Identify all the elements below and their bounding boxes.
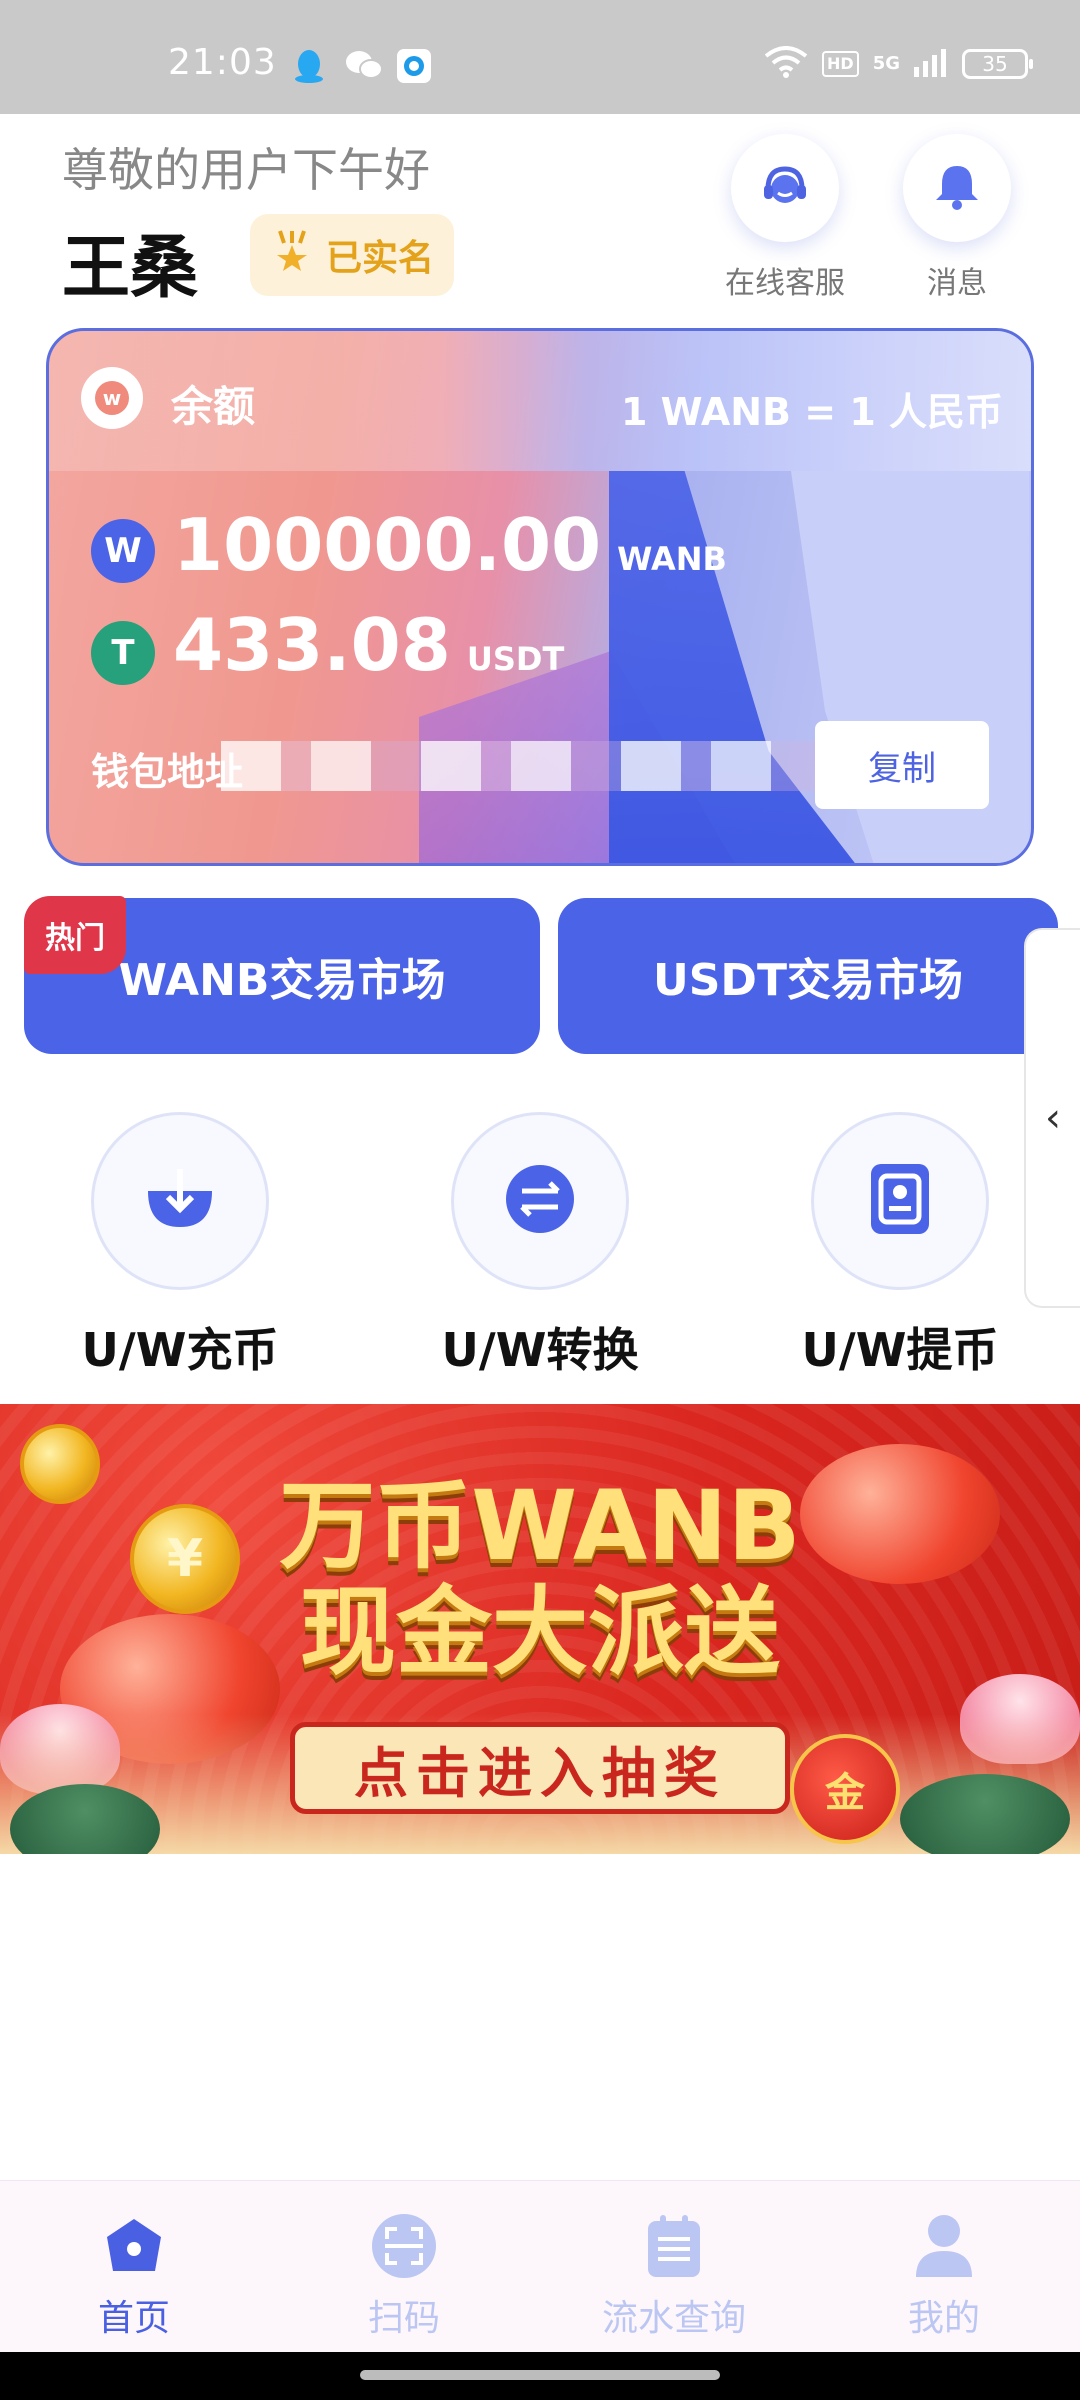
signal-icon — [914, 47, 948, 81]
usdt-amount: 433.08 — [173, 603, 451, 687]
battery-indicator: 35 — [962, 49, 1033, 79]
home-gesture-pill[interactable] — [360, 2370, 720, 2380]
balance-card: w 余额 1 WANB = 1 人民币 W 100000.00 WANB T 4… — [46, 328, 1034, 866]
red-envelope-icon: 金 — [790, 1734, 900, 1844]
star-medal-icon — [272, 229, 312, 282]
messages-button[interactable]: 消息 — [892, 134, 1022, 302]
wallet-logo-letter: w — [95, 381, 129, 415]
wanb-coin-icon: W — [91, 519, 155, 583]
nav-profile-label: 我的 — [907, 2298, 980, 2339]
promo-banner[interactable]: ¥ 万币WANB 现金大派送 点击进入抽奖 金 — [0, 1404, 1080, 1854]
deposit-label: U/W充币 — [81, 1323, 279, 1377]
koi-fish-right — [800, 1444, 1000, 1584]
balance-title: 余额 — [171, 382, 256, 431]
home-icon — [34, 2213, 234, 2279]
greeting-text: 尊敬的用户下午好 — [62, 143, 430, 197]
network-type: 5G — [872, 53, 900, 74]
wanb-balance-row: 100000.00 WANB — [173, 503, 727, 587]
app-notification-icon — [396, 48, 432, 88]
verified-badge[interactable]: 已实名 — [250, 214, 454, 296]
chevron-left-icon: ‹ — [1045, 1095, 1061, 1141]
ledger-icon — [574, 2213, 774, 2279]
wanb-unit: WANB — [617, 540, 727, 578]
withdraw-icon-wrap — [811, 1112, 989, 1290]
messages-label: 消息 — [927, 266, 987, 301]
customer-service-icon-wrap — [731, 134, 839, 242]
usdt-balance-row: 433.08 USDT — [173, 603, 564, 687]
usdt-market-button[interactable]: USDT交易市场 — [558, 898, 1058, 1054]
verified-label: 已实名 — [326, 238, 435, 279]
deposit-icon — [144, 1167, 216, 1235]
bottom-navigation: 首页 扫码 流水查询 我的 — [0, 2180, 1080, 2352]
deposit-button[interactable]: U/W充币 — [70, 1112, 290, 1380]
gold-coin-icon — [20, 1424, 100, 1504]
yuan-coin-icon: ¥ — [130, 1504, 240, 1614]
status-time: 21:03 — [168, 42, 277, 83]
withdraw-icon — [869, 1162, 931, 1240]
copy-address-button[interactable]: 复制 — [815, 721, 989, 809]
convert-icon-wrap — [451, 1112, 629, 1290]
lotus-leaf-right — [900, 1774, 1070, 1854]
hd-badge: HD — [822, 51, 859, 77]
exchange-rate: 1 WANB = 1 人民币 — [620, 390, 1003, 434]
status-right-group: HD 5G 35 — [764, 46, 1033, 82]
usdt-unit: USDT — [466, 640, 565, 678]
wallet-address-masked — [221, 741, 841, 791]
convert-button[interactable]: U/W转换 — [430, 1112, 650, 1380]
system-home-bar — [0, 2352, 1080, 2400]
bell-icon — [932, 160, 982, 216]
nav-home-label: 首页 — [97, 2298, 170, 2339]
customer-service-label: 在线客服 — [725, 266, 845, 301]
wanb-amount: 100000.00 — [173, 503, 602, 587]
nav-scan-label: 扫码 — [367, 2298, 440, 2339]
banner-title-line2: 现金大派送 — [300, 1576, 780, 1688]
hot-badge: 热门 — [24, 896, 126, 974]
nav-ledger-label: 流水查询 — [601, 2298, 746, 2339]
withdraw-label: U/W提币 — [801, 1323, 999, 1377]
convert-label: U/W转换 — [441, 1323, 639, 1377]
status-bar: 21:03 HD 5G 35 — [0, 0, 1080, 114]
qq-icon — [292, 48, 326, 88]
nav-profile[interactable]: 我的 — [844, 2213, 1044, 2341]
side-drawer-tab[interactable]: ‹ — [1024, 928, 1080, 1308]
messages-icon-wrap — [903, 134, 1011, 242]
wifi-icon — [764, 46, 808, 82]
exchange-icon — [504, 1163, 576, 1239]
usdt-coin-icon: T — [91, 621, 155, 685]
withdraw-button[interactable]: U/W提币 — [790, 1112, 1010, 1380]
lottery-entry-button[interactable]: 点击进入抽奖 — [290, 1722, 790, 1814]
nav-scan[interactable]: 扫码 — [304, 2213, 504, 2341]
profile-icon — [844, 2213, 1044, 2279]
nav-home[interactable]: 首页 — [34, 2213, 234, 2341]
customer-service-button[interactable]: 在线客服 — [720, 134, 850, 302]
wechat-icon — [344, 48, 384, 86]
deposit-icon-wrap — [91, 1112, 269, 1290]
wallet-logo: w — [81, 367, 143, 429]
username: 王桑 — [62, 229, 199, 308]
nav-ledger[interactable]: 流水查询 — [574, 2213, 774, 2341]
headset-icon — [758, 159, 812, 217]
scan-icon — [304, 2213, 504, 2279]
